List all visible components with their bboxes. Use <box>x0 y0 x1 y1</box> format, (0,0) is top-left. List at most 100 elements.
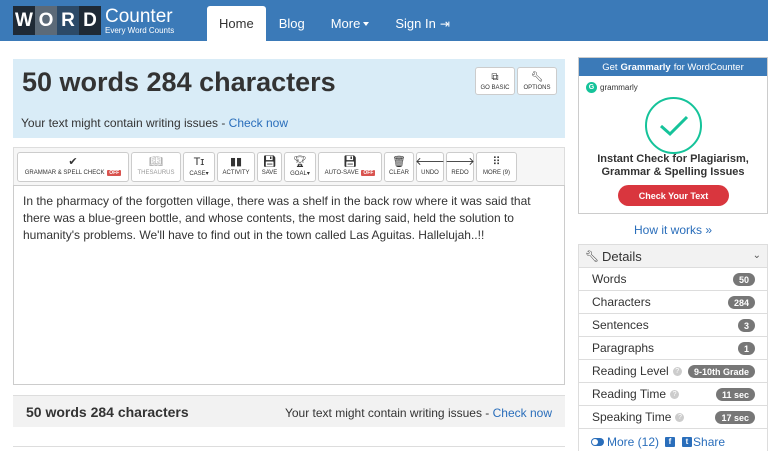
text-case-icon: Tɪ <box>193 155 205 168</box>
auto-save-label: AUTO-SAVE OFF <box>324 170 376 176</box>
bottom-issue-text: Your text might contain writing issues - <box>284 406 493 420</box>
detail-row-words: Words 50 <box>579 268 767 291</box>
top-navbar: W O R D Counter Every Word Counts Home B… <box>0 0 768 41</box>
wordcounter-logo[interactable]: W O R D Counter Every Word Counts <box>13 6 174 35</box>
word-count-title: 50 words 284 characters <box>22 67 336 97</box>
options-label: OPTIONS <box>523 84 551 91</box>
book-icon: 📖︎ <box>149 156 163 168</box>
goal-button[interactable]: 🏆︎ GOAL▾ <box>284 151 316 182</box>
detail-value-badge: 3 <box>737 319 755 332</box>
check-now-link[interactable]: Check now <box>229 116 288 130</box>
nav-more-label: More <box>330 16 361 31</box>
detail-value-badge: 1 <box>737 342 755 355</box>
help-icon[interactable]: ? <box>672 366 682 376</box>
bar-chart-icon: ▮▮ <box>229 156 243 168</box>
detail-value-badge: 50 <box>732 273 755 286</box>
grammar-label: GRAMMAR & SPELL CHECK OFF <box>24 170 122 176</box>
save-button[interactable]: 💾︎ SAVE <box>257 151 282 182</box>
share-link[interactable]: Share <box>693 435 725 449</box>
footer-divider <box>13 446 565 451</box>
detail-value-badge: 17 sec <box>715 411 755 424</box>
logo-name: Counter <box>105 5 173 27</box>
issue-text: Your text might contain writing issues - <box>21 116 229 130</box>
help-icon[interactable]: ? <box>670 389 680 399</box>
logo-letter: O <box>35 6 57 35</box>
wrench-icon: 🔧︎ <box>585 250 599 263</box>
detail-value-badge: 11 sec <box>715 388 755 401</box>
caret-down-icon <box>363 21 370 26</box>
clear-button[interactable]: 🗑︎ CLEAR <box>384 151 414 182</box>
go-basic-button[interactable]: ⧉ GO BASIC <box>475 67 515 95</box>
twitter-icon[interactable]: t <box>682 437 693 447</box>
trophy-icon: 🏆︎ <box>293 155 307 168</box>
more-details-link[interactable]: More (12) <box>607 435 659 449</box>
save-label: SAVE <box>261 170 278 176</box>
redo-button[interactable]: 🡒 REDO <box>445 151 475 182</box>
count-banner: 50 words 284 characters Your text might … <box>13 59 565 138</box>
logo-text: Counter Every Word Counts <box>105 7 174 35</box>
logo-tagline: Every Word Counts <box>105 25 175 35</box>
grid-icon: ⠿ <box>492 156 501 168</box>
trash-icon: 🗑︎ <box>392 156 406 168</box>
logo-letters: W O R D <box>13 6 101 35</box>
grammarly-ad[interactable]: Get Grammarly for WordCounter G grammarly … <box>578 57 768 214</box>
grammarly-brand: G grammarly <box>586 82 638 93</box>
text-input-area[interactable]: In the pharmacy of the forgotten village… <box>13 185 565 385</box>
check-circle-icon <box>645 97 702 154</box>
thesaurus-label: THESAURUS <box>137 170 175 176</box>
bottom-issues-notice: Your text might contain writing issues -… <box>285 406 552 420</box>
undo-button[interactable]: 🡐 UNDO <box>415 151 445 182</box>
nav-blog[interactable]: Blog <box>266 6 318 41</box>
grammar-off-badge: OFF <box>107 170 122 176</box>
undo-label: UNDO <box>421 170 439 176</box>
main-nav: Home Blog More Sign In ⇥ <box>207 6 463 41</box>
check-your-text-button[interactable]: Check Your Text <box>618 185 729 206</box>
nav-home[interactable]: Home <box>207 6 266 41</box>
editor: ✔ GRAMMAR & SPELL CHECK OFF 📖︎ THESAURUS… <box>13 147 565 385</box>
case-label: CASE▾ <box>189 170 209 177</box>
bottom-count-bar: 50 words 284 characters Your text might … <box>13 395 565 427</box>
go-basic-label: GO BASIC <box>480 84 510 91</box>
clear-label: CLEAR <box>388 170 409 176</box>
detail-row-characters: Characters 284 <box>579 291 767 314</box>
help-icon[interactable]: ? <box>675 412 685 422</box>
save-icon: 💾︎ <box>262 156 277 168</box>
details-footer: More (12) f t Share <box>579 429 767 451</box>
activity-button[interactable]: ▮▮ ACTIVITY <box>217 151 255 182</box>
toggle-icon[interactable] <box>591 438 604 446</box>
auto-save-button[interactable]: 💾︎ AUTO-SAVE OFF <box>318 151 382 182</box>
how-it-works-link[interactable]: How it works » <box>578 223 768 237</box>
detail-value-badge: 9-10th Grade <box>687 365 755 378</box>
nav-signin[interactable]: Sign In ⇥ <box>382 6 463 41</box>
nav-signin-label: Sign In <box>395 16 436 31</box>
grammar-check-button[interactable]: ✔ GRAMMAR & SPELL CHECK OFF <box>17 151 129 182</box>
ad-headline: Instant Check for Plagiarism, Grammar & … <box>597 153 749 178</box>
chevron-down-icon: ⌄ <box>752 250 761 261</box>
detail-row-reading-time: Reading Time ? 11 sec <box>579 383 767 406</box>
logo-letter: D <box>79 6 101 35</box>
autosave-off-badge: OFF <box>361 170 376 176</box>
ad-header: Get Grammarly for WordCounter <box>579 58 767 76</box>
bottom-check-now-link[interactable]: Check now <box>493 406 552 420</box>
editor-toolbar: ✔ GRAMMAR & SPELL CHECK OFF 📖︎ THESAURUS… <box>13 147 565 185</box>
case-button[interactable]: Tɪ CASE▾ <box>183 151 215 182</box>
details-title: Details <box>601 248 642 264</box>
bottom-word-count: 50 words 284 characters <box>26 404 189 420</box>
options-button[interactable]: 🔧︎ OPTIONS <box>517 67 557 95</box>
wrench-icon: 🔧︎ <box>530 71 544 83</box>
thesaurus-button[interactable]: 📖︎ THESAURUS <box>131 151 181 182</box>
logo-letter: R <box>57 6 79 35</box>
details-panel: 🔧︎ Details ⌄ Words 50 Characters 284 Sen… <box>578 244 768 451</box>
detail-row-reading-level: Reading Level ? 9-10th Grade <box>579 360 767 383</box>
more-tools-button[interactable]: ⠿ MORE (9) <box>476 151 517 182</box>
sign-in-icon: ⇥ <box>439 16 450 31</box>
details-header[interactable]: 🔧︎ Details ⌄ <box>579 245 767 268</box>
nav-more[interactable]: More <box>318 6 383 41</box>
external-link-icon: ⧉ <box>491 71 499 83</box>
redo-label: REDO <box>451 170 469 176</box>
facebook-icon[interactable]: f <box>665 437 676 447</box>
more-tools-label: MORE (9) <box>483 170 510 176</box>
checkmark-icon: ✔ <box>68 156 78 168</box>
logo-letter: W <box>13 6 35 35</box>
arrow-left-icon: 🡐 <box>415 156 445 168</box>
